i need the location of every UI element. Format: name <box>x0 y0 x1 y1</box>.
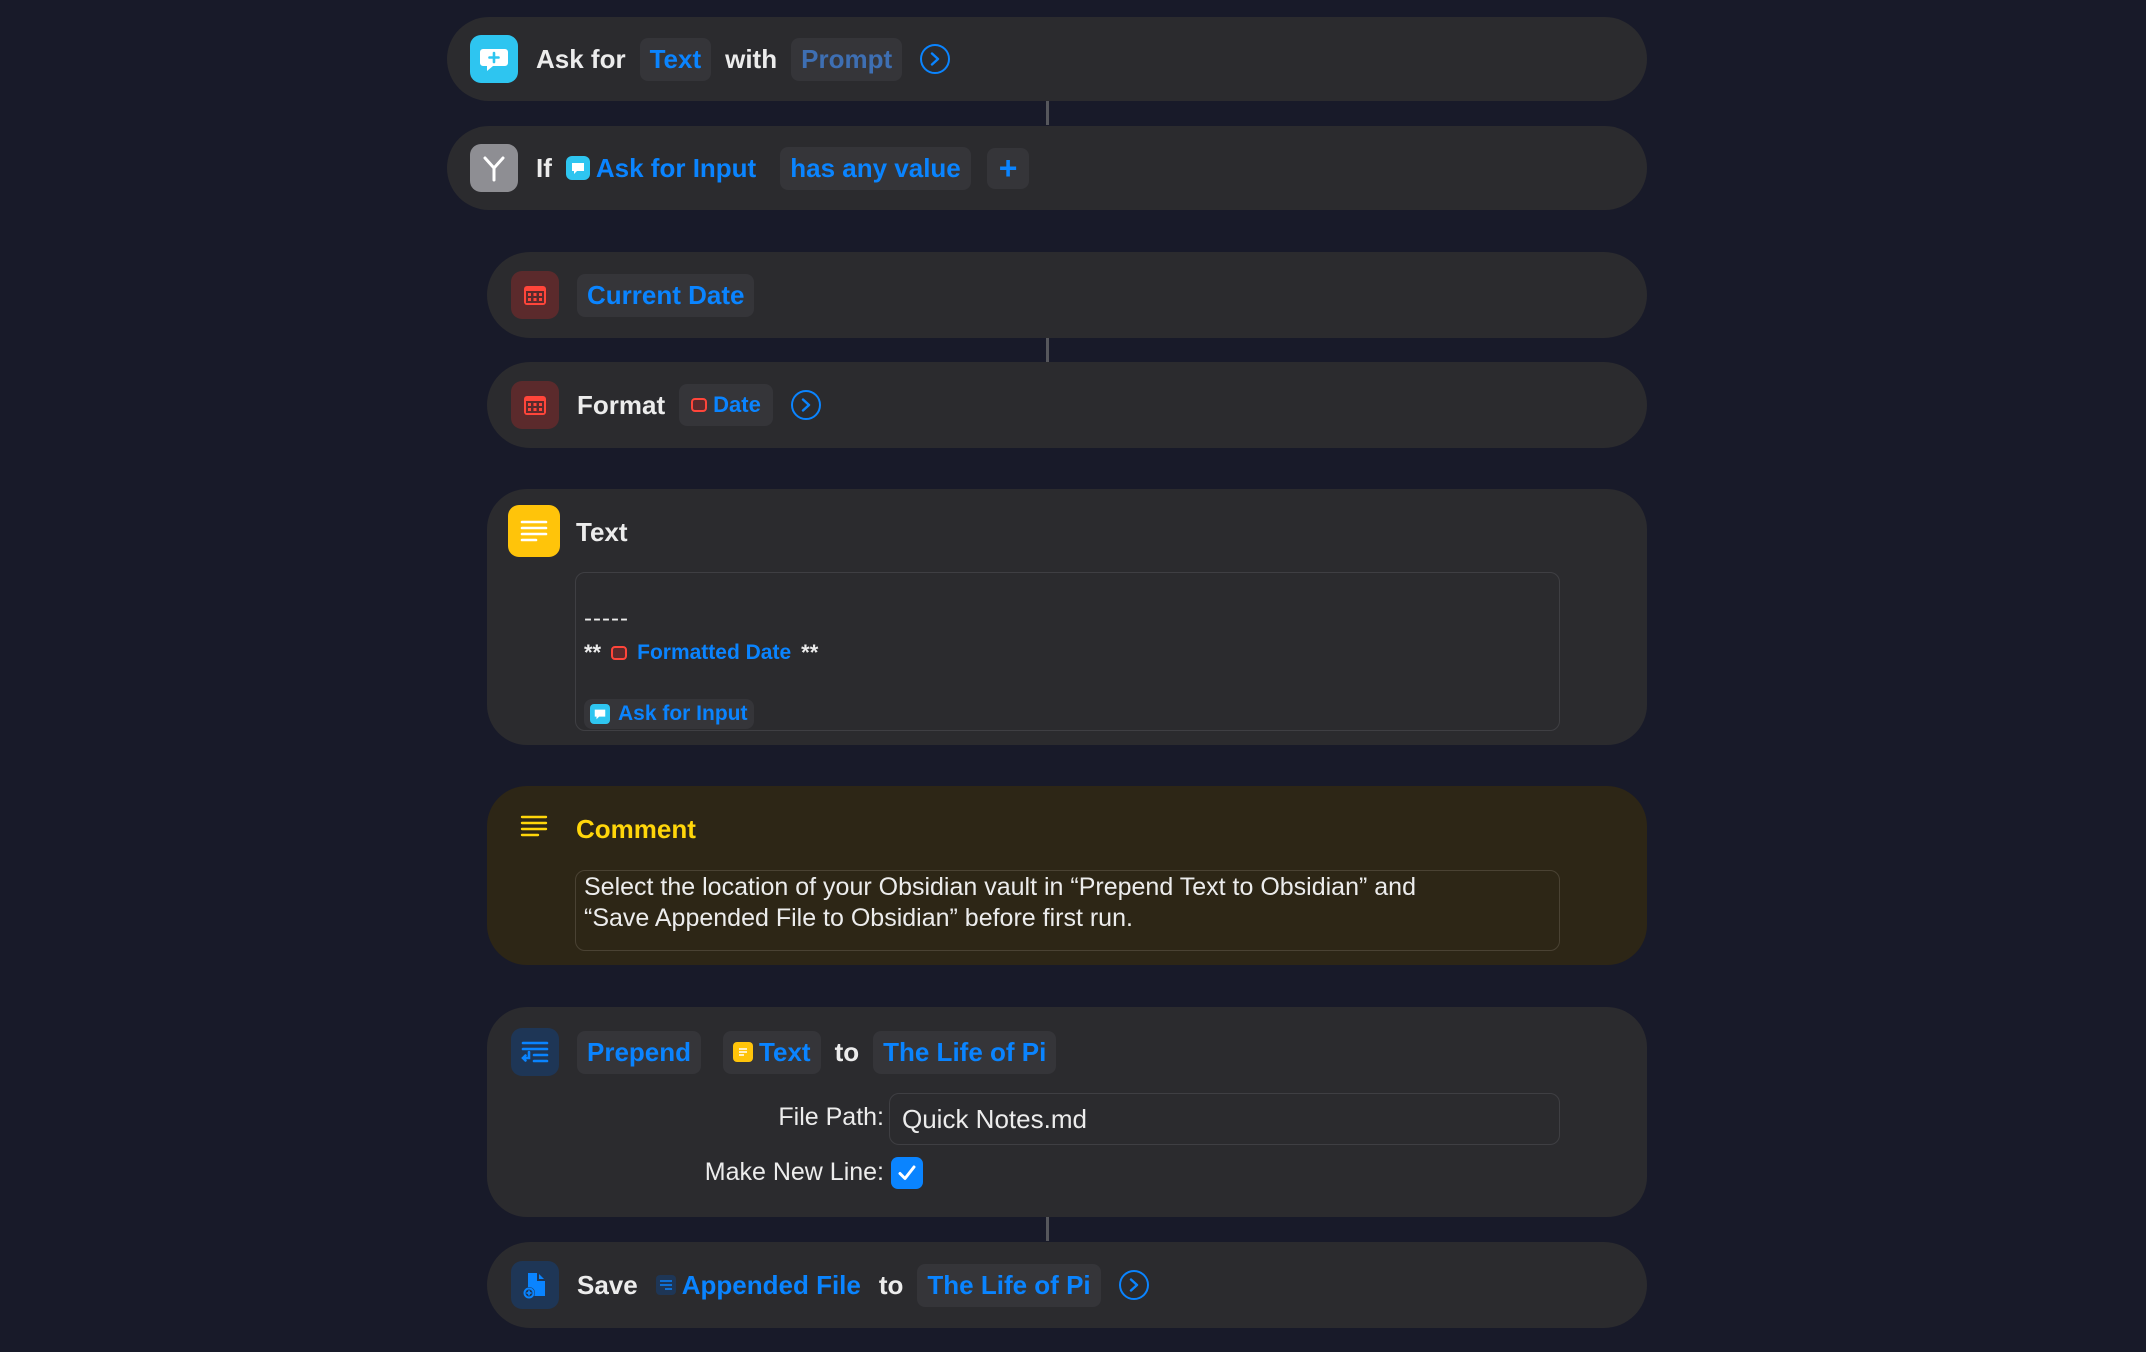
formatted-date-token[interactable]: Formatted Date <box>605 638 797 668</box>
date-variable-token[interactable]: Date <box>679 384 773 426</box>
ask-for-input-icon <box>470 35 518 83</box>
formatted-date-label: Formatted Date <box>637 641 792 664</box>
file-path-value: Quick Notes.md <box>902 1104 1087 1134</box>
ask-for-label: Ask for <box>536 43 626 74</box>
prepend-token[interactable]: Prepend <box>577 1030 702 1074</box>
ask-for-input-text-label: Ask for Input <box>618 702 748 725</box>
file-path-label: File Path: <box>778 1103 884 1131</box>
to-label: to <box>834 1036 860 1067</box>
target-note-token[interactable]: The Life of Pi <box>873 1030 1057 1074</box>
prepend-action[interactable]: Prepend Text to The Life of Pi File Path… <box>487 1007 1647 1217</box>
prepend-mini-icon <box>655 1275 676 1295</box>
file-path-input[interactable]: Quick Notes.md <box>889 1093 1560 1145</box>
appended-file-token[interactable]: Appended File <box>652 1264 865 1307</box>
input-type-token[interactable]: Text <box>639 37 712 81</box>
comment-lines-icon <box>520 814 548 845</box>
prepend-icon <box>511 1028 559 1076</box>
text-variable-label: Text <box>759 1036 811 1067</box>
make-new-line-checkbox[interactable] <box>891 1157 923 1189</box>
save-file-action[interactable]: Save Appended File to The Life of Pi <box>487 1242 1647 1328</box>
connector-line <box>1046 101 1049 125</box>
expand-chevron-icon[interactable] <box>1118 1270 1149 1300</box>
prompt-token[interactable]: Prompt <box>791 37 903 81</box>
branch-icon <box>470 144 518 192</box>
current-date-action[interactable]: Current Date <box>487 252 1647 338</box>
comment-line-1: Select the location of your Obsidian vau… <box>584 873 1416 901</box>
ask-for-input-mini-icon <box>565 156 590 180</box>
text-mini-icon <box>733 1042 754 1062</box>
ask-for-input-text-token[interactable]: Ask for Input <box>584 699 754 729</box>
to-label: to <box>878 1269 904 1300</box>
ask-for-input-variable-label: Ask for Input <box>595 152 757 183</box>
checkmark-icon <box>898 1165 916 1180</box>
ask-for-input-action[interactable]: Ask for Text with Prompt <box>447 17 1647 101</box>
text-icon <box>508 505 560 557</box>
calendar-mini-icon <box>611 646 628 660</box>
add-condition-button[interactable]: + <box>986 147 1030 189</box>
connector-line <box>1046 1217 1049 1241</box>
comment-title: Comment <box>576 814 696 844</box>
connector-line <box>1046 338 1049 362</box>
text-action[interactable]: Text ----- ** Formatted Date ** Ask for … <box>487 489 1647 745</box>
calendar-icon <box>511 271 559 319</box>
text-variable-token[interactable]: Text <box>723 1030 821 1074</box>
date-variable-label: Date <box>713 392 761 417</box>
condition-token[interactable]: has any value <box>780 146 971 190</box>
if-action[interactable]: If Ask for Input has any value + <box>447 126 1647 210</box>
text-action-title: Text <box>576 517 628 547</box>
save-file-icon <box>511 1261 559 1309</box>
comment-line-2: “Save Appended File to Obsidian” before … <box>584 904 1133 932</box>
ask-for-input-mini-icon <box>590 704 610 724</box>
calendar-mini-icon <box>691 398 708 412</box>
current-date-token[interactable]: Current Date <box>577 273 755 317</box>
expand-chevron-icon[interactable] <box>790 390 821 420</box>
bold-close-marker: ** <box>801 640 819 665</box>
bold-open-marker: ** <box>584 640 602 665</box>
if-label: If <box>536 152 552 183</box>
save-label: Save <box>577 1269 638 1300</box>
dashes-text: ----- <box>584 605 629 632</box>
expand-chevron-icon[interactable] <box>920 44 951 74</box>
calendar-icon <box>511 381 559 429</box>
ask-for-input-variable-token[interactable]: Ask for Input <box>562 147 760 190</box>
with-label: with <box>725 43 778 74</box>
format-date-action[interactable]: Format Date <box>487 362 1647 448</box>
format-label: Format <box>577 389 666 420</box>
make-new-line-label: Make New Line: <box>704 1158 884 1186</box>
save-target-token[interactable]: The Life of Pi <box>917 1263 1101 1307</box>
comment-action[interactable]: Comment Select the location of your Obsi… <box>487 786 1647 965</box>
appended-file-label: Appended File <box>681 1269 861 1300</box>
